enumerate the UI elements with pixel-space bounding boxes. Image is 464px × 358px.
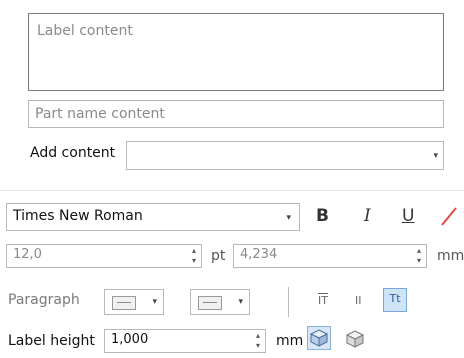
label-height-unit: mm <box>276 333 304 349</box>
toolbar-separator <box>288 287 289 317</box>
add-content-dropdown[interactable]: ▾ <box>126 141 444 170</box>
label-height-value: 1,000 <box>111 332 149 347</box>
align-middle-icon <box>198 296 222 310</box>
part-name-placeholder: Part name content <box>35 106 165 122</box>
font-size-mm-stepper[interactable]: 4,234 ▴ ▾ <box>233 244 427 268</box>
spinner-arrows-icon[interactable]: ▴ ▾ <box>192 246 196 266</box>
section-divider <box>0 190 464 191</box>
chevron-down-icon: ▾ <box>286 213 291 223</box>
italic-button[interactable]: I <box>364 206 371 226</box>
chevron-down-icon: ▾ <box>238 297 243 307</box>
label-content-textarea[interactable]: Label content <box>28 13 444 91</box>
valign-fit-button[interactable]: Tt <box>383 288 407 312</box>
label-height-stepper[interactable]: 1,000 ▴ ▾ <box>104 329 266 353</box>
font-size-value: 12,0 <box>13 247 42 262</box>
label-height-label: Label height <box>8 333 95 349</box>
part-name-input[interactable]: Part name content <box>28 100 444 128</box>
font-size-stepper[interactable]: 12,0 ▴ ▾ <box>6 244 202 268</box>
label-content-placeholder: Label content <box>37 23 133 39</box>
3d-box-active-icon[interactable] <box>307 326 331 350</box>
spinner-arrows-icon[interactable]: ▴ ▾ <box>256 331 260 351</box>
underline-button[interactable]: U <box>402 206 414 226</box>
3d-box-icon[interactable] <box>344 329 366 349</box>
font-family-dropdown[interactable]: Times New Roman ▾ <box>6 203 300 231</box>
horizontal-align-dropdown[interactable]: ▾ <box>104 289 164 315</box>
bold-button[interactable]: B <box>316 206 329 226</box>
paragraph-label: Paragraph <box>8 292 80 308</box>
clear-format-icon[interactable] <box>440 205 458 227</box>
font-size-mm-value: 4,234 <box>240 247 278 262</box>
font-family-value: Times New Roman <box>13 208 143 224</box>
vertical-align-dropdown[interactable]: ▾ <box>190 289 250 315</box>
spinner-arrows-icon[interactable]: ▴ ▾ <box>417 246 421 266</box>
font-size-unit: pt <box>211 248 226 264</box>
font-size-mm-unit: mm <box>437 248 464 264</box>
chevron-down-icon: ▾ <box>433 151 438 161</box>
chevron-down-icon: ▾ <box>152 297 157 307</box>
valign-middle-button[interactable]: II <box>355 294 362 307</box>
valign-top-button[interactable]: IT <box>318 294 328 307</box>
add-content-label: Add content <box>30 145 116 161</box>
align-center-icon <box>112 296 136 310</box>
